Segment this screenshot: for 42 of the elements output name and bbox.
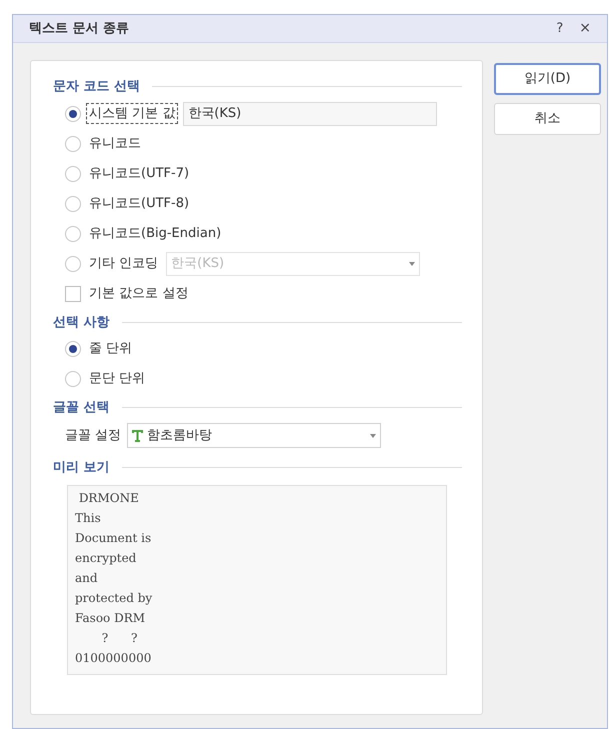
section-heading: 미리 보기 [53, 458, 110, 476]
section-heading: 선택 사항 [53, 314, 110, 332]
option-label[interactable]: 유니코드(Big-Endian) [87, 224, 224, 244]
option-label[interactable]: 시스템 기본 값 [87, 104, 178, 124]
radio-button[interactable] [65, 166, 81, 182]
preview-line: 0100000000 [75, 650, 152, 667]
option-label[interactable]: 기타 인코딩 [87, 254, 160, 274]
section-heading: 글꼴 선택 [53, 399, 110, 417]
preview-line: ? ? [100, 630, 138, 647]
preview-line: DRMONE [78, 490, 140, 507]
radio-button[interactable] [65, 196, 81, 212]
close-button[interactable]: × [579, 18, 591, 39]
window-title: 텍스트 문서 종류 [29, 20, 130, 38]
option-label[interactable]: 줄 단위 [87, 339, 134, 359]
radio-button[interactable] [65, 106, 81, 122]
caret-icon [370, 434, 376, 438]
preview-line: encrypted [75, 550, 138, 567]
radio-button[interactable] [65, 136, 81, 152]
font-label: 글꼴 설정 [65, 426, 122, 445]
radio-button[interactable] [65, 226, 81, 242]
preview-line: protected by [75, 590, 154, 607]
radio-button[interactable] [65, 341, 81, 357]
value-field[interactable]: 한국(KS) [183, 102, 438, 126]
option-label[interactable]: 기본 값으로 설정 [87, 284, 190, 304]
option-label[interactable]: 유니코드(UTF-7) [87, 164, 192, 184]
option-label[interactable]: 문단 단위 [87, 369, 148, 389]
radio-button[interactable] [65, 371, 81, 387]
dialog-button[interactable]: 취소 [494, 103, 601, 135]
option-label[interactable]: 유니코드 [87, 134, 143, 154]
preview-line: Fasoo DRM [75, 610, 146, 627]
preview-line: and [75, 570, 99, 587]
preview-line: This [75, 510, 102, 527]
option-label[interactable]: 유니코드(UTF-8) [87, 194, 192, 214]
dialog-button[interactable]: 읽기(D) [494, 63, 601, 95]
checkbox[interactable] [65, 286, 81, 302]
font-dropdown[interactable]: 함초롬바탕 [127, 423, 382, 448]
help-button[interactable]: ? [556, 18, 564, 38]
preview-line: Document is [75, 530, 152, 547]
font-type-icon [132, 430, 144, 442]
section-heading: 문자 코드 선택 [53, 78, 140, 96]
caret-icon [409, 262, 416, 266]
radio-button[interactable] [65, 256, 81, 272]
